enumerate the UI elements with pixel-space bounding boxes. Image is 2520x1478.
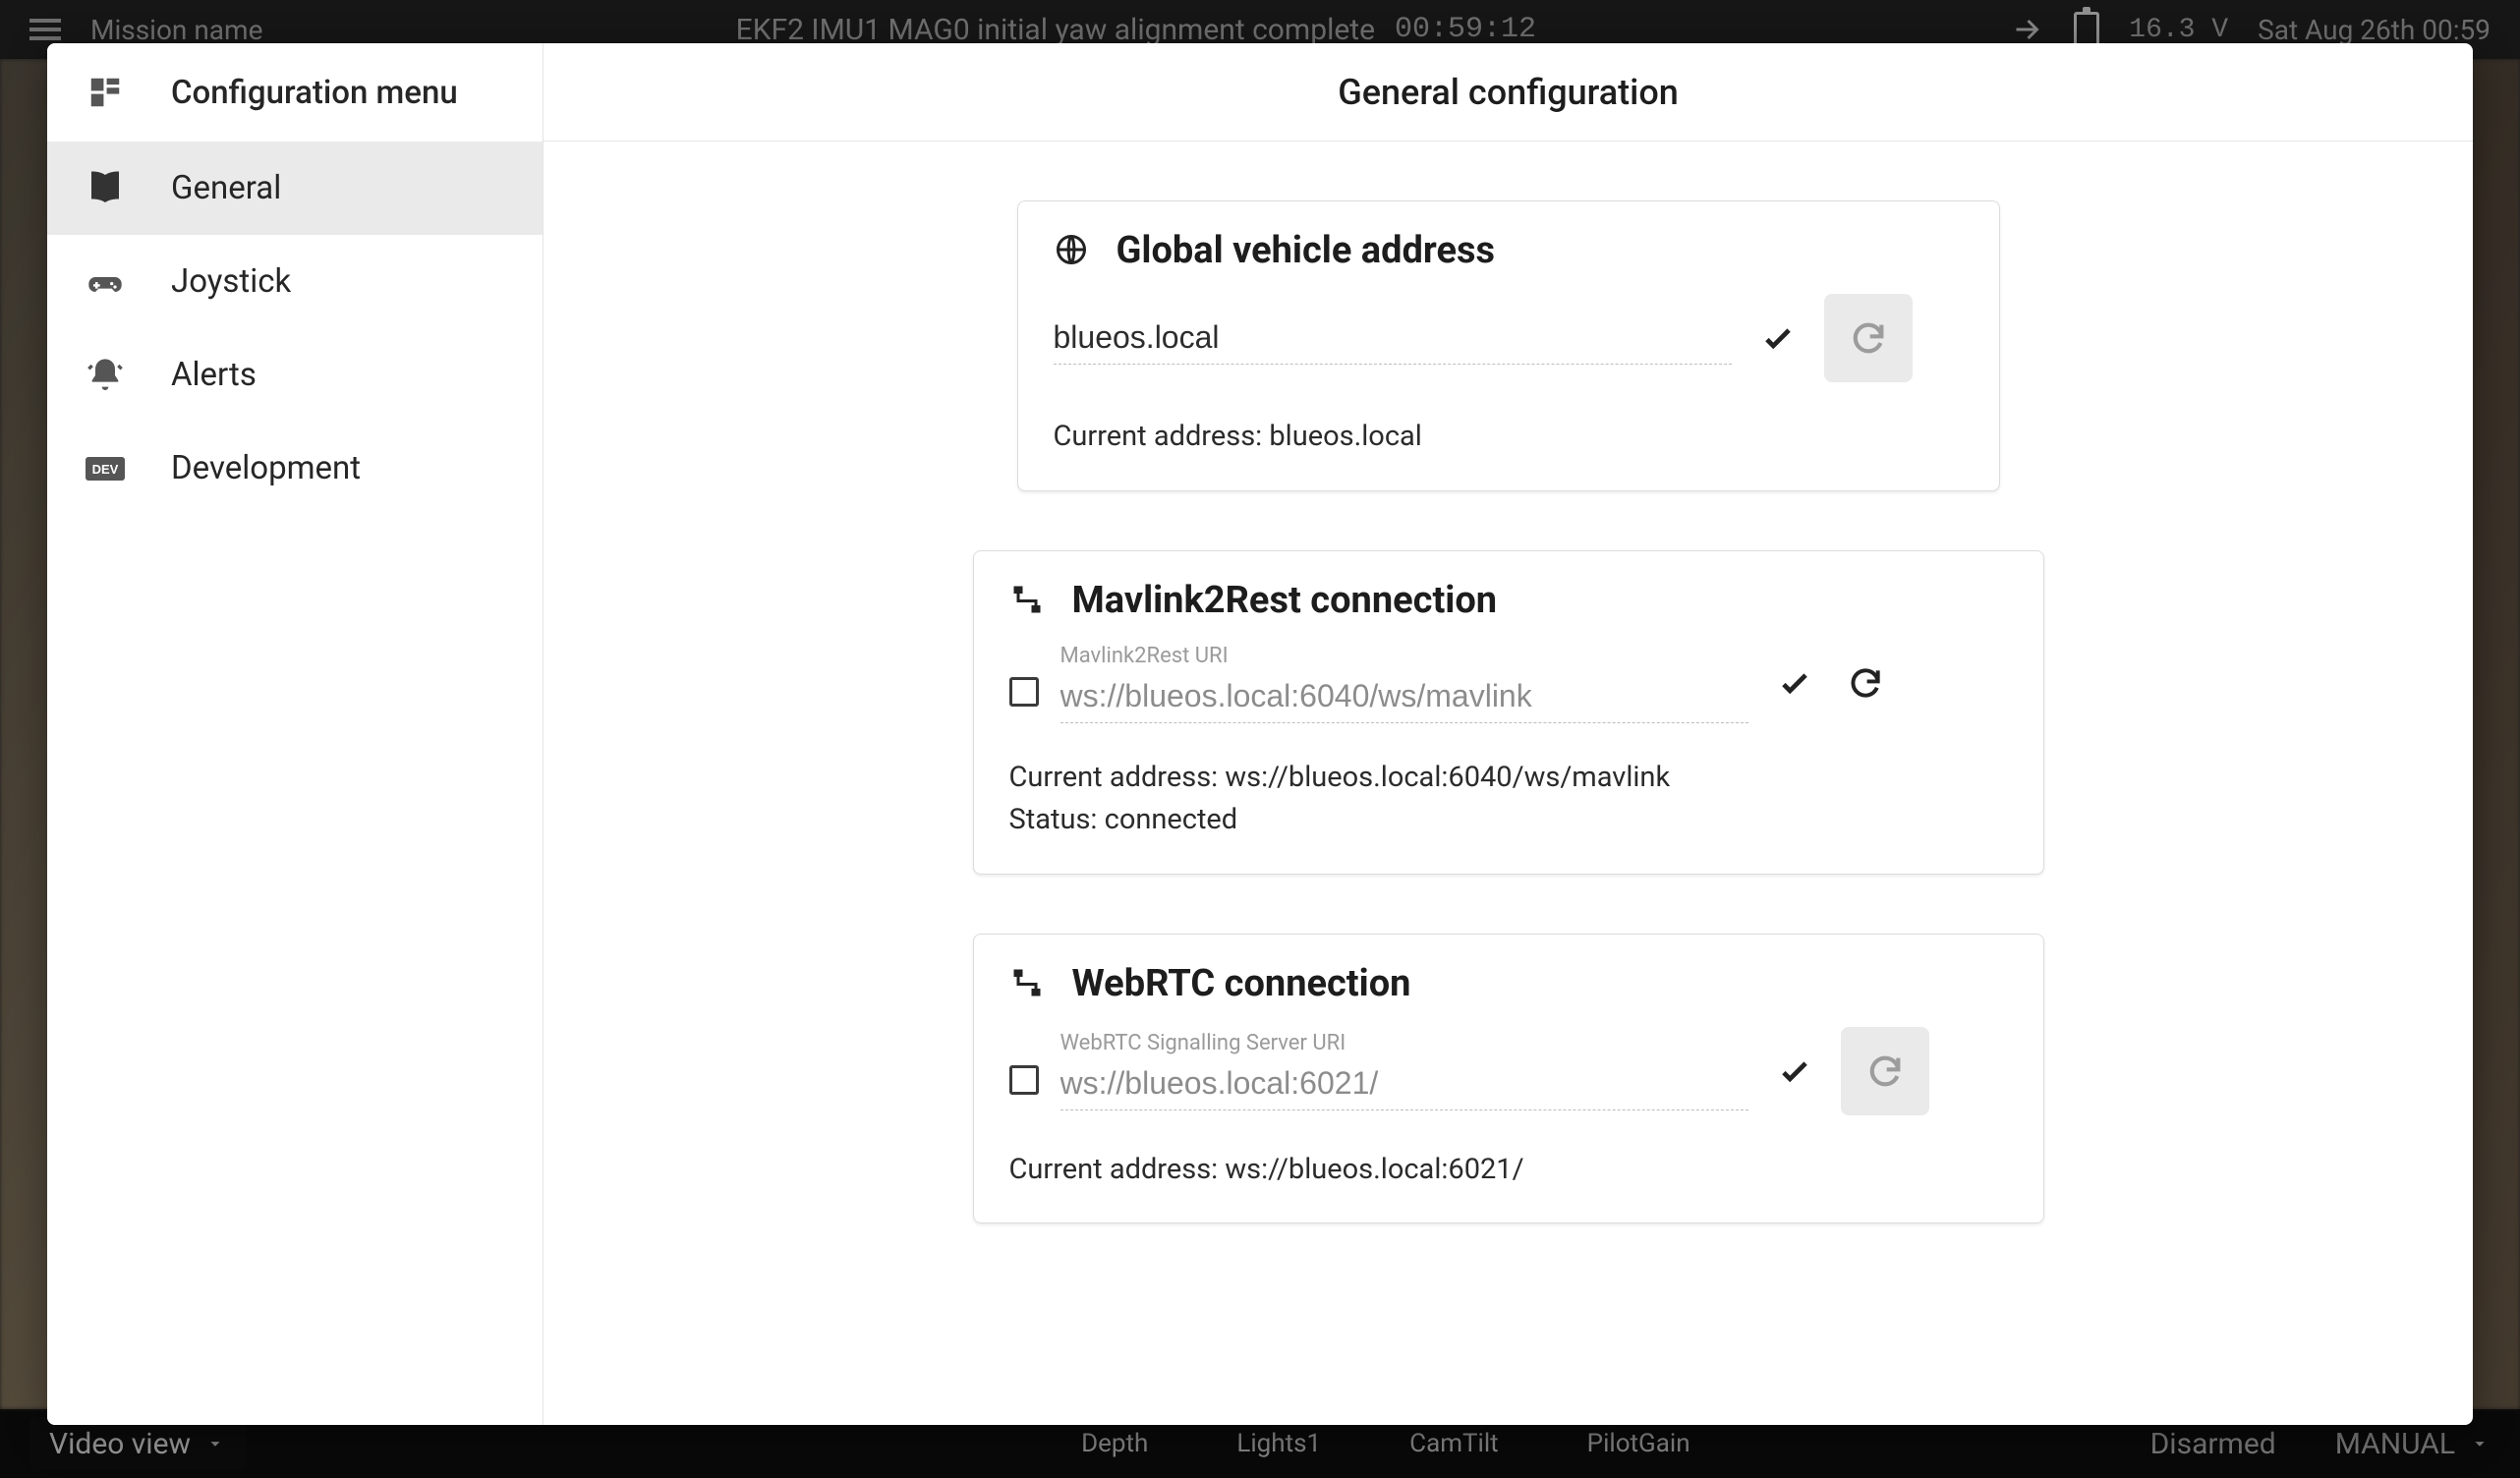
sidebar-item-label: General — [171, 169, 281, 207]
dashboard-icon — [83, 70, 128, 115]
config-sidebar: Configuration menu General Joystick Aler… — [47, 43, 544, 1425]
refresh-icon — [1847, 664, 1884, 702]
sidebar-item-joystick[interactable]: Joystick — [47, 235, 543, 328]
global-address-input[interactable] — [1054, 312, 1732, 365]
sidebar-header-title: Configuration menu — [171, 74, 458, 112]
bell-icon — [83, 353, 128, 398]
sidebar-item-general[interactable]: General — [47, 142, 543, 235]
sidebar-item-label: Joystick — [171, 262, 291, 301]
network-icon — [1009, 965, 1047, 1002]
network-icon — [1009, 582, 1047, 619]
check-icon — [1776, 664, 1813, 702]
sidebar-item-alerts[interactable]: Alerts — [47, 328, 543, 422]
card-global-vehicle-address: Global vehicle address Current address: … — [1017, 200, 2000, 491]
sidebar-item-development[interactable]: DEV Development — [47, 422, 543, 515]
main-body: Global vehicle address Current address: … — [544, 142, 2473, 1263]
check-icon — [1759, 319, 1797, 357]
refresh-icon — [1865, 1052, 1905, 1091]
status-line: Current address: blueos.local — [1054, 416, 1964, 459]
config-main: General configuration Global vehicle add… — [544, 43, 2473, 1425]
status-line: Status: connected — [1009, 799, 2008, 842]
gamepad-icon — [83, 259, 128, 305]
apply-button[interactable] — [1770, 658, 1819, 708]
sidebar-item-label: Alerts — [171, 356, 257, 394]
webrtc-same-checkbox[interactable] — [1009, 1065, 1039, 1095]
dev-icon: DEV — [83, 446, 128, 491]
page-title: General configuration — [1338, 72, 1679, 113]
globe-icon — [1054, 232, 1091, 269]
status-line: Current address: ws://blueos.local:6040/… — [1009, 757, 2008, 800]
card-webrtc: WebRTC connection WebRTC Signalling Serv… — [973, 934, 2044, 1224]
card-title: Global vehicle address — [1117, 229, 1496, 272]
sidebar-header: Configuration menu — [47, 43, 543, 142]
status-line: Current address: ws://blueos.local:6021/ — [1009, 1149, 2008, 1192]
webrtc-uri-input[interactable] — [1060, 1057, 1748, 1110]
main-header: General configuration — [544, 43, 2473, 142]
svg-text:DEV: DEV — [92, 462, 119, 477]
mavlink-uri-input[interactable] — [1060, 670, 1748, 723]
apply-button[interactable] — [1753, 313, 1803, 363]
reset-button[interactable] — [1841, 658, 1890, 708]
card-mavlink2rest: Mavlink2Rest connection Mavlink2Rest URI — [973, 550, 2044, 875]
input-label: Mavlink2Rest URI — [1060, 644, 1748, 668]
apply-button[interactable] — [1770, 1047, 1819, 1096]
input-label: WebRTC Signalling Server URI — [1060, 1031, 1748, 1055]
sidebar-item-label: Development — [171, 449, 361, 487]
card-title: WebRTC connection — [1072, 962, 1411, 1005]
mavlink-same-checkbox[interactable] — [1009, 677, 1039, 707]
card-title: Mavlink2Rest connection — [1072, 579, 1498, 622]
reset-button[interactable] — [1841, 1027, 1929, 1115]
book-icon — [83, 166, 128, 211]
check-icon — [1776, 1052, 1813, 1090]
refresh-icon — [1849, 318, 1888, 358]
reset-button[interactable] — [1824, 294, 1913, 382]
configuration-modal: Configuration menu General Joystick Aler… — [47, 43, 2473, 1425]
